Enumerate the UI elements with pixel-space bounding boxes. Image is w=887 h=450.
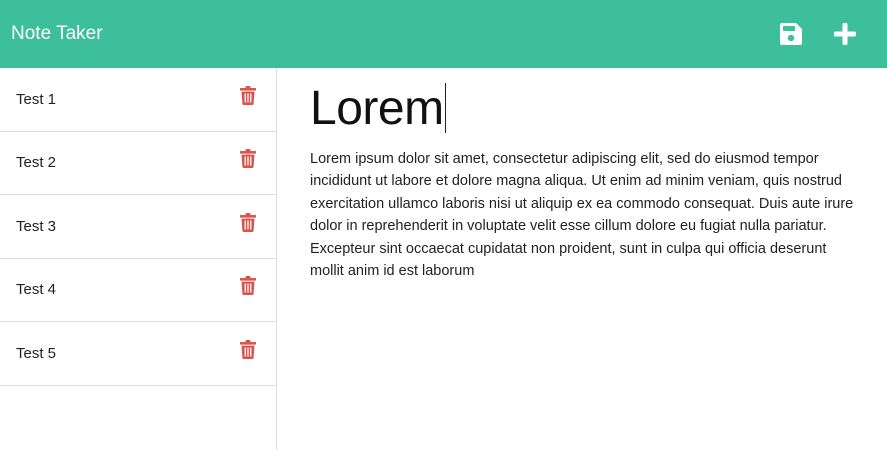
note-list-item-title[interactable]: Test 2 bbox=[16, 154, 56, 171]
navbar-actions bbox=[779, 0, 887, 68]
new-note-button[interactable] bbox=[833, 22, 857, 46]
note-list-item-title[interactable]: Test 4 bbox=[16, 281, 56, 298]
delete-note-button[interactable] bbox=[239, 149, 256, 169]
note-list: Test 1 Test 2 Test 3 Test 4 Test 5 bbox=[0, 68, 277, 450]
delete-note-button[interactable] bbox=[239, 339, 256, 359]
plus-icon bbox=[834, 23, 856, 45]
trash-icon bbox=[239, 339, 256, 359]
note-list-item-title[interactable]: Test 3 bbox=[16, 218, 56, 235]
note-list-item[interactable]: Test 3 bbox=[0, 195, 276, 259]
note-body-textarea[interactable]: Lorem ipsum dolor sit amet, consectetur … bbox=[310, 148, 857, 282]
note-editor: Lorem Lorem ipsum dolor sit amet, consec… bbox=[278, 68, 887, 450]
note-list-item-title[interactable]: Test 5 bbox=[16, 345, 56, 362]
text-caret bbox=[444, 83, 446, 133]
app-title[interactable]: Note Taker bbox=[11, 23, 103, 45]
trash-icon bbox=[239, 276, 256, 296]
delete-note-button[interactable] bbox=[239, 276, 256, 296]
note-list-item[interactable]: Test 4 bbox=[0, 259, 276, 322]
note-list-item[interactable]: Test 5 bbox=[0, 322, 276, 386]
trash-icon bbox=[239, 212, 256, 232]
delete-note-button[interactable] bbox=[239, 212, 256, 232]
note-list-item[interactable]: Test 1 bbox=[0, 68, 276, 132]
save-icon bbox=[780, 23, 802, 45]
note-title-text: Lorem bbox=[310, 81, 444, 135]
save-note-button[interactable] bbox=[779, 22, 803, 46]
note-title-input[interactable]: Lorem bbox=[310, 70, 857, 146]
trash-icon bbox=[239, 85, 256, 105]
note-list-item[interactable]: Test 2 bbox=[0, 132, 276, 195]
delete-note-button[interactable] bbox=[239, 85, 256, 105]
note-list-item-title[interactable]: Test 1 bbox=[16, 91, 56, 108]
trash-icon bbox=[239, 149, 256, 169]
navbar: Note Taker bbox=[0, 0, 887, 68]
